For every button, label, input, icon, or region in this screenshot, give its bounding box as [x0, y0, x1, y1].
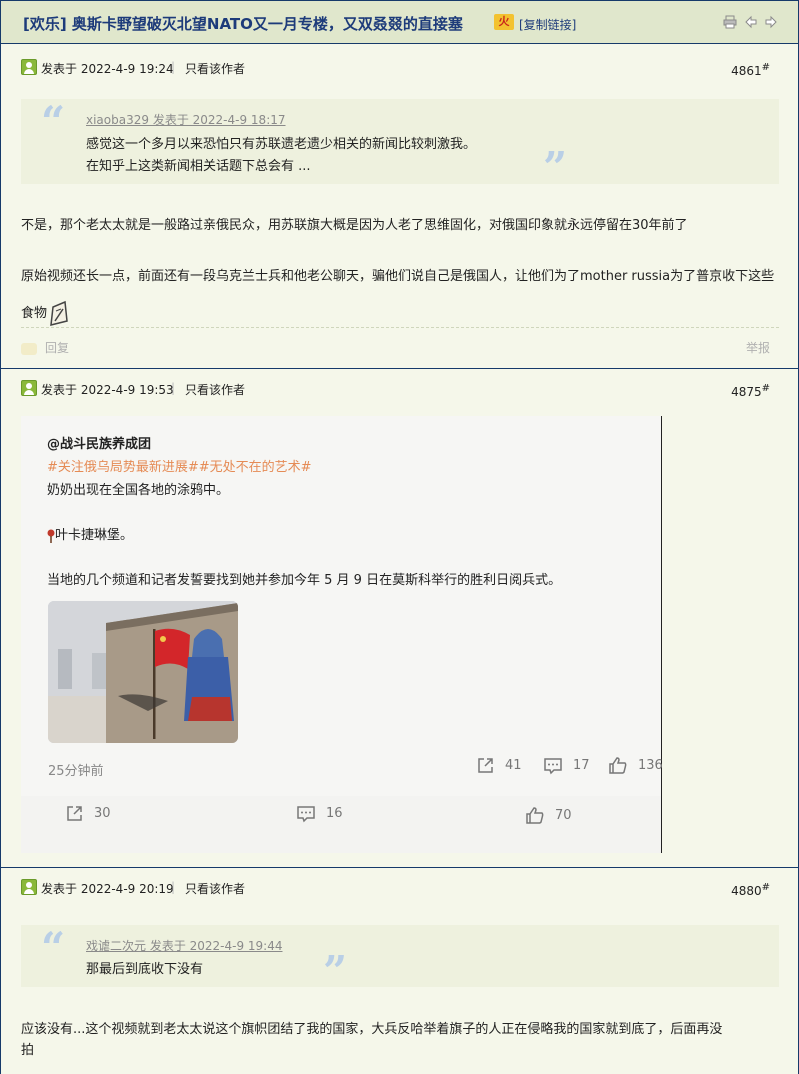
quote-line: 那最后到底收下没有: [86, 962, 204, 977]
outer-share-count: 30: [94, 806, 111, 821]
location-pin-icon: [47, 529, 55, 543]
outer-like-stat[interactable]: 70: [525, 806, 572, 825]
post-time: 发表于 2022-4-9 20:19: [41, 882, 174, 896]
weibo-author: @战斗民族养成团: [47, 437, 152, 452]
like-icon: [609, 757, 627, 774]
outer-comment-stat[interactable]: 16: [296, 804, 343, 823]
reply-button[interactable]: 回复: [21, 339, 69, 356]
hot-badge-icon: 火: [494, 14, 514, 30]
post-4861: 发表于 2022-4-9 19:24 | 只看该作者 4861# “ xiaob…: [0, 44, 799, 369]
post-header: 发表于 2022-4-9 20:19 | 只看该作者: [21, 879, 321, 899]
weibo-text: 当地的几个频道和记者发誓要找到她并参加今年 5 月 9 日在莫斯科举行的胜利日阅…: [47, 573, 562, 588]
quote-source[interactable]: 戏谑二次元 发表于 2022-4-9 19:44: [86, 937, 283, 954]
thread-title: [欢乐] 奥斯卡野望破灭北望NATO又一月专楼，又双叒叕的直接塞: [23, 15, 463, 33]
share-icon: [478, 758, 493, 773]
separator: |: [171, 880, 176, 894]
writing-emoji-icon: [50, 300, 68, 326]
only-author-link[interactable]: 只看该作者: [185, 381, 245, 398]
quote-line: 感觉这一个多月以来恐怕只有苏联遗老遗少相关的新闻比较刺激我。: [86, 137, 477, 152]
post-4880: 发表于 2022-4-9 20:19 | 只看该作者 4880# “ 戏谑二次元…: [0, 868, 799, 1074]
reply-icon: [21, 342, 37, 355]
reply-label: 回复: [45, 341, 70, 355]
separator: |: [171, 381, 176, 395]
graffiti-image: [48, 601, 238, 743]
thread-title-bar: [欢乐] 奥斯卡野望破灭北望NATO又一月专楼，又双叒叕的直接塞 火 [复制链接…: [0, 0, 799, 44]
graffiti-photo[interactable]: [48, 601, 238, 743]
inner-like-count: 136: [638, 758, 663, 773]
copy-link-button[interactable]: [复制链接]: [519, 16, 576, 33]
post-paragraph-text: 原始视频还长一点，前面还有一段乌克兰士兵和他老公聊天，骗他们说自己是俄国人，让他…: [21, 269, 775, 321]
user-icon: [21, 380, 37, 396]
post-paragraph: 应该没有...这个视频就到老太太说这个旗帜团结了我的国家，大兵反哈举着旗子的人正…: [21, 1022, 723, 1037]
quote-source[interactable]: xiaoba329 发表于 2022-4-9 18:17: [86, 111, 286, 128]
quote-line: 在知乎上这类新闻相关话题下总会有 ...: [86, 159, 311, 174]
post-paragraph: 不是，那个老太太就是一般路过亲俄民众，用苏联旗大概是因为人老了思维固化，对俄国印…: [21, 218, 688, 233]
weibo-time: 25分钟前: [48, 764, 104, 779]
next-arrow-icon[interactable]: [764, 15, 778, 29]
weibo-action-bar: 30 16 70: [21, 796, 661, 853]
prev-arrow-icon[interactable]: [744, 15, 758, 29]
weibo-text: 奶奶出现在全国各地的涂鸦中。: [47, 483, 230, 498]
floor-number: 4861#: [731, 62, 770, 78]
close-quote-icon: ”: [323, 947, 348, 996]
inner-comment-stat[interactable]: 17: [543, 756, 590, 775]
post-time: 发表于 2022-4-9 19:53: [41, 383, 174, 397]
open-quote-icon: “: [41, 97, 66, 146]
floor-mark: #: [761, 383, 770, 394]
user-icon: [21, 879, 37, 895]
floor-value: 4880: [731, 884, 762, 898]
close-quote-icon: ”: [543, 143, 568, 192]
quote-block: “ 戏谑二次元 发表于 2022-4-9 19:44 那最后到底收下没有 ”: [21, 923, 779, 993]
floor-value: 4861: [731, 64, 762, 78]
divider: [21, 327, 779, 328]
share-icon: [67, 806, 82, 821]
weibo-screenshot: @战斗民族养成团 #关注俄乌局势最新进展##无处不在的艺术# 奶奶出现在全国各地…: [21, 416, 663, 853]
post-paragraph: 拍: [21, 1043, 35, 1058]
outer-like-count: 70: [555, 808, 572, 823]
inner-share-stat[interactable]: 41: [476, 756, 522, 775]
only-author-link[interactable]: 只看该作者: [185, 60, 245, 77]
inner-comment-count: 17: [573, 758, 590, 773]
post-4875: 发表于 2022-4-9 19:53 | 只看该作者 4875# @战斗民族养成…: [0, 369, 799, 868]
comment-icon: [544, 758, 562, 775]
post-time: 发表于 2022-4-9 19:24: [41, 62, 174, 76]
outer-share-stat[interactable]: 30: [65, 804, 111, 823]
only-author-link[interactable]: 只看该作者: [185, 880, 245, 897]
floor-number: 4875#: [731, 383, 770, 399]
floor-mark: #: [761, 62, 770, 73]
floor-mark: #: [761, 882, 770, 893]
post-header: 发表于 2022-4-9 19:24 | 只看该作者: [21, 59, 321, 79]
quote-block: “ xiaoba329 发表于 2022-4-9 18:17 感觉这一个多月以来…: [21, 97, 779, 189]
inner-like-stat[interactable]: 136: [608, 756, 663, 775]
floor-value: 4875: [731, 385, 762, 399]
post-paragraph: 原始视频还长一点，前面还有一段乌克兰士兵和他老公聊天，骗他们说自己是俄国人，让他…: [21, 258, 781, 332]
separator: |: [171, 60, 176, 74]
like-icon: [526, 807, 544, 824]
open-quote-icon: “: [41, 923, 66, 972]
user-icon: [21, 59, 37, 75]
post-header: 发表于 2022-4-9 19:53 | 只看该作者: [21, 380, 321, 400]
inner-share-count: 41: [505, 758, 522, 773]
comment-icon: [297, 806, 315, 823]
print-icon[interactable]: [723, 15, 737, 29]
outer-comment-count: 16: [326, 806, 343, 821]
report-button[interactable]: 举报: [746, 339, 770, 356]
weibo-location: 叶卡捷琳堡。: [47, 524, 133, 543]
weibo-hashtags: #关注俄乌局势最新进展##无处不在的艺术#: [47, 460, 312, 475]
floor-number: 4880#: [731, 882, 770, 898]
weibo-location-text: 叶卡捷琳堡。: [55, 528, 134, 543]
